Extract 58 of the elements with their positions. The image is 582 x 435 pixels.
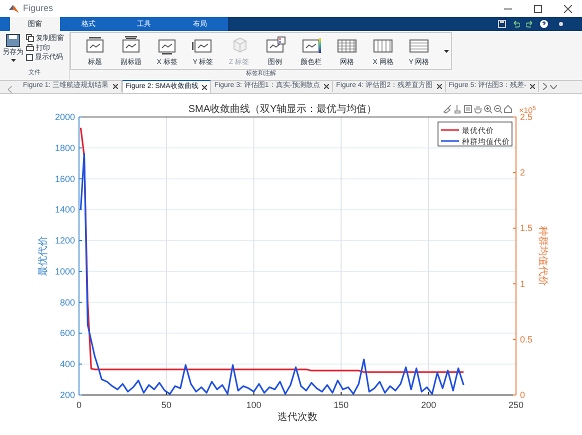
close-icon[interactable]	[530, 84, 536, 88]
y-tick-label: 600	[60, 328, 75, 338]
x-tick-label: 100	[246, 400, 262, 410]
y-tick-label: 1000	[54, 266, 75, 276]
undo-icon[interactable]	[512, 20, 520, 28]
close-icon[interactable]	[112, 84, 118, 88]
y2-tick-label: 0	[520, 390, 526, 400]
y-tick-label: 2000	[54, 112, 75, 122]
zoom-out-icon[interactable]	[494, 105, 502, 114]
scroll-right-icon[interactable]	[543, 83, 547, 90]
close-icon[interactable]	[564, 4, 572, 12]
close-icon[interactable]	[324, 84, 330, 88]
y-tick-label: 1400	[54, 204, 75, 215]
window-title: Figures	[23, 2, 54, 15]
y-tick-label: 200	[60, 390, 75, 400]
axis-exponent: ×10$^{5}$	[519, 106, 536, 115]
redo-icon[interactable]	[526, 20, 534, 28]
y2-tick-label: 0.5	[520, 334, 533, 344]
y2-axis-label: 种群均值代价	[537, 226, 548, 286]
x-tick-label: 50	[161, 400, 172, 410]
maximize-icon[interactable]	[534, 4, 542, 12]
y2-tick-label: 2	[520, 168, 526, 178]
y-axis-label: 最优代价	[38, 236, 49, 276]
legend-icon	[264, 36, 286, 55]
close-icon[interactable]	[436, 84, 442, 88]
x-tick-label: 150	[334, 400, 349, 410]
caret-icon	[444, 50, 448, 52]
caret-icon	[10, 59, 16, 62]
y2-tick-label: 2.5	[520, 112, 533, 122]
help-icon[interactable]	[540, 20, 548, 28]
card-icon[interactable]	[464, 105, 472, 113]
zoom-in-icon[interactable]	[484, 105, 492, 114]
data-tip-icon[interactable]	[454, 104, 460, 114]
chevron-down-icon[interactable]	[550, 85, 557, 89]
close-icon[interactable]	[202, 84, 208, 90]
y-tick-label: 1800	[54, 142, 75, 153]
hand-icon[interactable]	[474, 106, 482, 114]
brush-icon[interactable]	[444, 104, 452, 114]
y-tick-label: 800	[60, 297, 75, 308]
chart-title: SMA收敛曲线（双Y轴显示：最优与均值）	[188, 104, 377, 115]
y-tick-label: 1600	[54, 174, 75, 184]
title-icon	[84, 36, 106, 55]
home-icon[interactable]	[504, 104, 512, 113]
y-tick-label: 1200	[54, 236, 75, 246]
save-icon[interactable]	[498, 20, 506, 28]
x-axis-label: 迭代次数	[278, 412, 318, 423]
y2-tick-label: 1.5	[520, 223, 533, 234]
copy-icon	[26, 34, 34, 42]
x-tick-label: 250	[508, 400, 524, 410]
x-tick-label: 200	[421, 400, 436, 410]
app-logo-icon	[9, 4, 19, 14]
colorbar-icon	[300, 36, 322, 55]
y2-tick-label: 1	[520, 278, 526, 289]
subtitle-icon	[120, 36, 142, 55]
printer-icon	[26, 44, 34, 52]
pin-icon[interactable]	[558, 21, 564, 27]
x-tick-label: 0	[76, 400, 82, 410]
y-tick-label: 400	[60, 359, 75, 370]
